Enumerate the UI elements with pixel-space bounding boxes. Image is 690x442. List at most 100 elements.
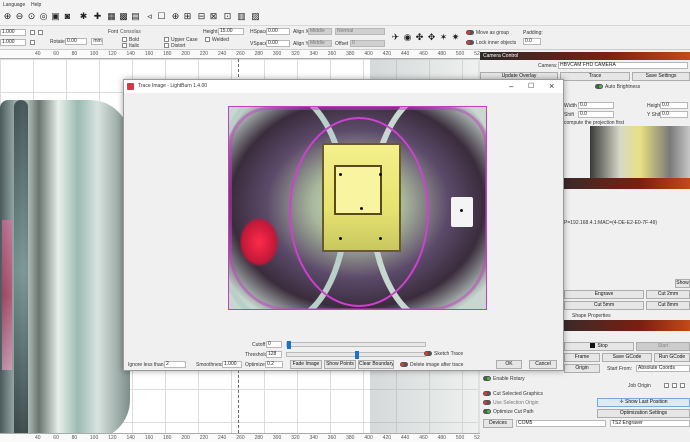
upper-case-checkbox[interactable]	[164, 37, 169, 42]
rotate-field[interactable]: 0.00	[65, 38, 87, 45]
height-field[interactable]: 1.000	[0, 39, 26, 46]
node3-icon[interactable]: ✶	[438, 32, 449, 43]
menu-help[interactable]: Help	[31, 2, 41, 8]
arrange-icon[interactable]: ⊠	[208, 11, 219, 22]
show-button[interactable]: Show	[675, 279, 690, 288]
trace-preview[interactable]	[228, 106, 487, 310]
hspace-field[interactable]: 0.00	[266, 28, 290, 35]
zoom-out-icon[interactable]: ⊖	[14, 11, 25, 22]
job-origin-tc[interactable]	[672, 383, 677, 388]
camera-icon[interactable]: ◙	[62, 11, 73, 22]
smoothness-field[interactable]: 1.000	[222, 361, 242, 368]
cut2mm-button[interactable]: Cut 2mm	[646, 290, 690, 299]
offset-field[interactable]: 0	[350, 40, 385, 47]
camera-width-field[interactable]: 0.0	[578, 102, 614, 109]
show-points-button[interactable]: Show Points	[324, 360, 356, 369]
distort-checkbox[interactable]	[164, 43, 169, 48]
yshift-field[interactable]: 0.0	[660, 111, 688, 118]
zoom-frame-icon[interactable]: ◎	[38, 11, 49, 22]
job-origin-tr[interactable]	[680, 383, 685, 388]
node-icon[interactable]: ✤	[414, 32, 425, 43]
job-origin-tl[interactable]	[664, 383, 669, 388]
enable-rotary-toggle[interactable]	[483, 376, 491, 381]
normal-select[interactable]: Normal	[335, 28, 385, 35]
italic-checkbox[interactable]	[122, 43, 127, 48]
zoom-in-icon[interactable]: ⊕	[2, 11, 13, 22]
optimize-field[interactable]: 0.2	[265, 361, 283, 368]
node2-icon[interactable]: ✥	[426, 32, 437, 43]
font-height-field[interactable]: 15.00	[218, 28, 244, 35]
unit-button[interactable]: mm	[91, 38, 103, 45]
maximize-icon[interactable]: ☐	[528, 82, 534, 90]
camera-height-field[interactable]: 0.0	[660, 102, 688, 109]
lock-inner-toggle[interactable]	[466, 40, 474, 45]
frame-icon[interactable]: ▣	[50, 11, 61, 22]
settings-icon[interactable]: ✱	[78, 11, 89, 22]
threshold-field[interactable]: 128	[266, 351, 282, 358]
group-icon[interactable]: ▥	[236, 11, 247, 22]
select-icon[interactable]: ▦	[106, 11, 117, 22]
run-gcode-button[interactable]: Run GCode	[654, 353, 690, 362]
aligny-select[interactable]: Middle	[308, 40, 332, 47]
start-from-select[interactable]: Absolute Coords	[636, 365, 690, 372]
padding-field[interactable]: 0.0	[523, 38, 541, 45]
use-selection-origin-toggle[interactable]	[483, 400, 491, 405]
trace-icon[interactable]: ▩	[118, 11, 129, 22]
bold-checkbox[interactable]	[122, 37, 127, 42]
position-icon[interactable]: ☐	[156, 11, 167, 22]
flip-icon[interactable]: ▨	[250, 11, 261, 22]
zoom-fit-icon[interactable]: ⊙	[26, 11, 37, 22]
font-value[interactable]: Consolas	[120, 29, 141, 35]
optimization-settings-button[interactable]: Optimization Settings	[597, 409, 690, 418]
node4-icon[interactable]: ✷	[450, 32, 461, 43]
camera-capture-icon[interactable]: ◉	[402, 32, 413, 43]
port-select[interactable]: COM5	[516, 420, 606, 427]
arrow-icon[interactable]: ◃	[144, 11, 155, 22]
threshold-slider[interactable]	[286, 351, 426, 359]
stop-button[interactable]: Stop	[564, 342, 634, 351]
start-button[interactable]: Start	[636, 342, 690, 351]
trace-button[interactable]: Trace	[560, 72, 630, 81]
save-settings-button[interactable]: Save Settings	[632, 72, 690, 81]
alignx-select[interactable]: Middle	[308, 28, 332, 35]
cancel-button[interactable]: Cancel	[529, 360, 557, 369]
minimize-icon[interactable]: –	[509, 82, 513, 91]
origin-button[interactable]: Origin	[564, 364, 600, 373]
save-gcode-button[interactable]: Save GCode	[602, 353, 652, 362]
cut5mm-button[interactable]: Cut 5mm	[564, 301, 644, 310]
lock-checkbox[interactable]	[30, 30, 35, 35]
cut-selected-toggle[interactable]	[483, 391, 491, 396]
shape-properties-tab[interactable]: Shape Properties	[572, 313, 611, 319]
clear-boundary-button[interactable]: Clear Boundary	[358, 360, 394, 369]
cutoff-field[interactable]: 0	[266, 341, 282, 348]
path-icon[interactable]: ✈	[390, 32, 401, 43]
text-icon[interactable]: ▤	[130, 11, 141, 22]
cut8mm-button[interactable]: Cut 8mm	[646, 301, 690, 310]
fade-image-button[interactable]: Fade Image	[290, 360, 322, 369]
auto-brightness-toggle[interactable]	[595, 84, 603, 89]
devices-button[interactable]: Devices	[483, 419, 513, 428]
width-field[interactable]: 1.000	[0, 29, 26, 36]
lock3-checkbox[interactable]	[30, 40, 35, 45]
grid-icon[interactable]: ⊞	[182, 11, 193, 22]
shift-field[interactable]: 0.0	[578, 111, 614, 118]
ok-button[interactable]: OK	[496, 360, 522, 369]
lock2-checkbox[interactable]	[38, 30, 43, 35]
camera-select[interactable]: HBVCAM FHD CAMERA	[558, 62, 688, 69]
frame-button[interactable]: Frame	[564, 353, 600, 362]
welded-checkbox[interactable]	[205, 37, 210, 42]
crosshair-icon[interactable]: ⊕	[170, 11, 181, 22]
align-icon[interactable]: ⊟	[196, 11, 207, 22]
sketch-trace-toggle[interactable]	[424, 351, 432, 356]
cutoff-slider[interactable]	[286, 341, 426, 349]
vspace-field[interactable]: 0.00	[266, 40, 290, 47]
cutoff-slider-thumb[interactable]	[287, 341, 291, 349]
optimize-cut-path-toggle[interactable]	[483, 409, 491, 414]
threshold-slider-thumb[interactable]	[355, 351, 359, 359]
device-select[interactable]: TS2 Engraver	[610, 420, 690, 427]
tools-icon[interactable]: ✚	[92, 11, 103, 22]
engrave-button[interactable]: Engrave	[564, 290, 644, 299]
close-icon[interactable]: ×	[549, 81, 554, 91]
move-as-group-toggle[interactable]	[466, 30, 474, 35]
show-last-position-button[interactable]: ✛ Show Last Position	[597, 398, 690, 407]
